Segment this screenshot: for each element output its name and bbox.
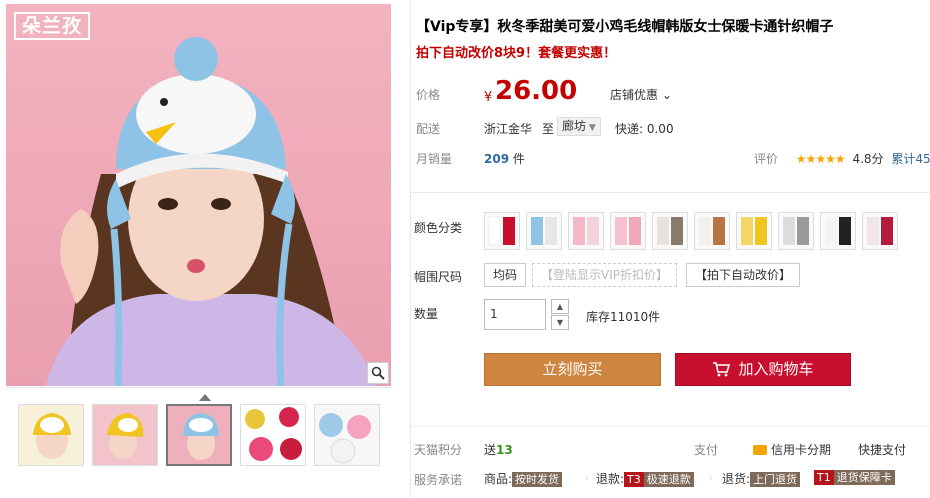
express-fee: 快递: 0.00 (615, 122, 674, 136)
size-label: 帽围尺码 (414, 270, 463, 284)
ontime-ship-badge[interactable]: 按时发货 (512, 472, 563, 487)
product-gallery: 朵兰孜 (6, 4, 392, 498)
product-info: 【Vip专享】秋冬季甜美可爱小鸡毛线帽韩版女士保暖卡通针织帽子 拍下自动改价8块… (410, 0, 930, 498)
review-count-link[interactable]: 累计45条 (891, 152, 930, 166)
goods-label: 商品: (484, 472, 513, 486)
thumbnail-3[interactable] (166, 404, 232, 466)
promise-card: T1 退货保障卡 (814, 470, 895, 485)
quick-pay[interactable]: 快捷支付 (858, 441, 906, 458)
review-label: 评价 (754, 152, 779, 166)
color-swatch-9[interactable] (820, 212, 856, 250)
shop-promo-label: 店铺优惠 (610, 88, 659, 102)
quantity-increase-button[interactable]: ▲ (551, 299, 569, 314)
card-code-badge: T1 (814, 470, 834, 485)
credit-installment-label: 信用卡分期 (771, 443, 832, 457)
thumbnail-4[interactable] (240, 404, 306, 466)
color-swatch-7[interactable] (736, 212, 772, 250)
return-label: 退货: (722, 472, 751, 486)
quantity-input[interactable]: 1 (484, 299, 546, 330)
thumbnail-strip (6, 387, 392, 482)
product-title: 【Vip专享】秋冬季甜美可爱小鸡毛线帽韩版女士保暖卡通针织帽子 (416, 19, 834, 35)
points-number: 13 (496, 443, 513, 457)
size-option-onesize[interactable]: 均码 (484, 263, 527, 287)
size-option-autoprice[interactable]: 【拍下自动改价】 (686, 263, 801, 287)
rating-block: 评价 ★★★★★ 4.8分 累计45条 (754, 150, 930, 167)
refund-code-badge: T3 (624, 472, 644, 487)
stock-count: 库存11010件 (586, 310, 661, 324)
chevron-down-icon: ⌄ (658, 88, 672, 102)
caret-up-icon: ▲ (556, 302, 564, 311)
quantity-label: 数量 (414, 307, 439, 321)
color-label: 颜色分类 (414, 221, 463, 235)
credit-card-icon (753, 445, 767, 455)
size-option-vip[interactable]: 【登陆显示VIP折扣价】 (532, 263, 677, 287)
credit-installment[interactable]: 信用卡分期 (753, 441, 831, 458)
caret-down-icon: ▼ (586, 123, 596, 133)
promise-return: 退货: 上门退货 (722, 470, 801, 487)
fast-refund-badge[interactable]: 极速退款 (643, 472, 694, 487)
buy-now-button[interactable]: 立刻购买 (484, 353, 661, 386)
add-to-cart-label: 加入购物车 (738, 360, 814, 378)
color-swatch-8[interactable] (778, 212, 814, 250)
points-prefix: 送 (484, 443, 497, 457)
rating-stars: ★★★★★ (795, 152, 846, 166)
main-product-image[interactable]: 朵兰孜 (6, 4, 391, 386)
sales-label: 月销量 (416, 152, 453, 166)
model-photo (46, 37, 376, 386)
ship-to-value: 廊坊 (562, 119, 587, 133)
points-value: 送13 (484, 441, 513, 458)
color-swatch-10[interactable] (862, 212, 898, 250)
brand-logo: 朵兰孜 (14, 12, 91, 40)
product-subtitle: 拍下自动改价8块9！套餐更实惠！ (416, 46, 617, 61)
thumbnail-2[interactable] (92, 404, 158, 466)
caret-down-icon: ▼ (556, 318, 564, 327)
magnifier-icon (371, 366, 385, 380)
ship-from: 浙江金华 (484, 122, 533, 136)
color-swatch-3[interactable] (568, 212, 604, 250)
add-to-cart-button[interactable]: 加入购物车 (675, 353, 851, 386)
zoom-button[interactable] (367, 362, 389, 384)
section-divider-2 (411, 426, 930, 427)
sales-unit: 件 (512, 152, 525, 166)
color-swatch-2[interactable] (526, 212, 562, 250)
ship-to-dropdown[interactable]: 廊坊 ▼ (557, 117, 601, 136)
cart-icon (713, 362, 731, 377)
color-swatch-5[interactable] (652, 212, 688, 250)
thumbnail-5[interactable] (314, 404, 380, 466)
color-swatch-1[interactable] (484, 212, 520, 250)
shop-promo-dropdown[interactable]: 店铺优惠 ⌄ (610, 86, 672, 103)
monthly-sales: 209 件 (484, 150, 525, 167)
quantity-decrease-button[interactable]: ▼ (551, 315, 569, 330)
color-swatch-6[interactable] (694, 212, 730, 250)
promise-goods: 商品: 按时发货 (484, 470, 563, 487)
price-label: 价格 (416, 88, 441, 102)
ship-to-label: 至 (542, 122, 555, 136)
shipping-label: 配送 (416, 122, 441, 136)
promise-label: 服务承诺 (414, 473, 463, 487)
doorstep-return-badge[interactable]: 上门退货 (750, 472, 801, 487)
currency-symbol: ¥ (484, 90, 493, 105)
return-guarantee-badge[interactable]: 退货保障卡 (833, 470, 895, 485)
separator-dot: · (709, 474, 713, 485)
active-thumb-caret (199, 394, 211, 401)
payment-label: 支付 (694, 443, 719, 457)
thumbnail-1[interactable] (18, 404, 84, 466)
promise-refund: 退款: T3 极速退款 (596, 470, 694, 487)
refund-label: 退款: (596, 472, 625, 486)
color-swatch-4[interactable] (610, 212, 646, 250)
separator-dot: · (585, 474, 589, 485)
price-value: 26.00 (495, 76, 578, 106)
sales-count: 209 (484, 152, 510, 166)
points-label: 天猫积分 (414, 443, 463, 457)
rating-score: 4.8分 (852, 152, 884, 166)
section-divider (411, 192, 930, 193)
